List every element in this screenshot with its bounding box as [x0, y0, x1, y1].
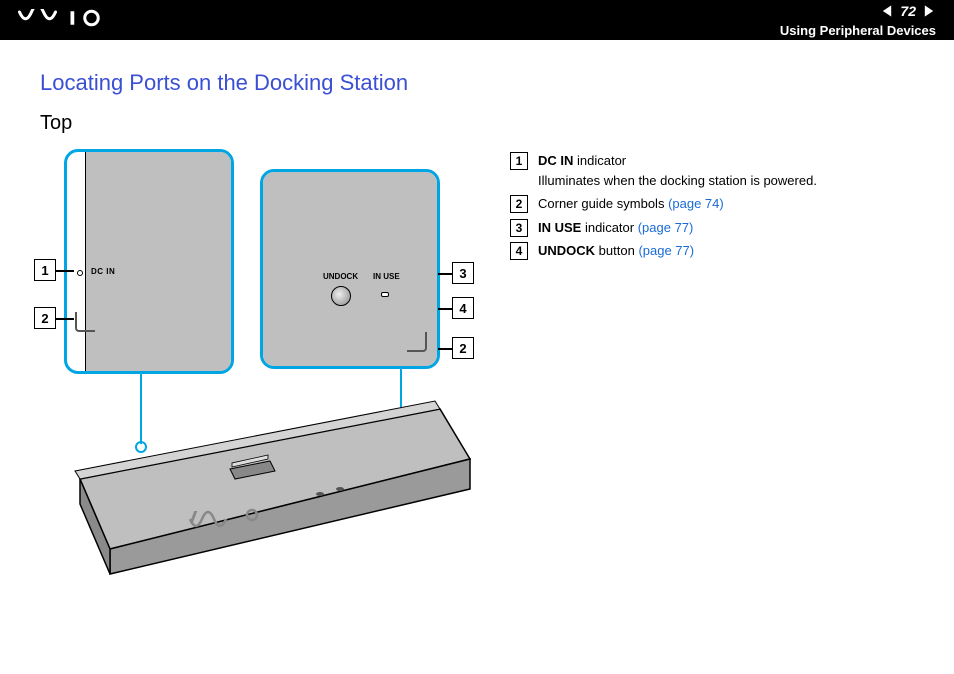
page-subtitle: Top	[40, 112, 914, 135]
legend-number: 4	[510, 242, 528, 260]
legend-rest: indicator	[573, 153, 626, 168]
legend-text: Corner guide symbols (page 74)	[538, 194, 914, 214]
legend-number: 3	[510, 219, 528, 237]
in-use-indicator	[381, 292, 389, 297]
legend-bold: UNDOCK	[538, 243, 595, 258]
leader-line	[56, 270, 74, 272]
leader-line	[438, 273, 452, 275]
legend-text: IN USE indicator (page 77)	[538, 218, 914, 238]
legend-link[interactable]: (page 77)	[638, 243, 694, 258]
legend-item-3: 3 IN USE indicator (page 77)	[510, 218, 914, 238]
legend-rest: Corner guide symbols	[538, 196, 668, 211]
corner-guide-symbol-right	[407, 332, 427, 352]
callout-number-3: 3	[452, 262, 474, 284]
dock-corner-left	[85, 149, 234, 374]
legend-link[interactable]: (page 74)	[668, 196, 724, 211]
prev-page-arrow-icon[interactable]	[880, 4, 894, 18]
legend-item-1: 1 DC IN indicator Illuminates when the d…	[510, 151, 914, 190]
callout-number-2-right: 2	[452, 337, 474, 359]
leader-line	[438, 348, 452, 350]
callout-left: DC IN	[64, 149, 234, 374]
legend-bold: DC IN	[538, 153, 573, 168]
page-content: Locating Ports on the Docking Station To…	[0, 40, 954, 579]
legend-rest: indicator	[581, 220, 637, 235]
legend-item-4: 4 UNDOCK button (page 77)	[510, 241, 914, 261]
leader-line	[56, 318, 74, 320]
legend-number: 2	[510, 195, 528, 213]
legend-rest: button	[595, 243, 638, 258]
vaio-logo	[18, 6, 108, 34]
header-bar: 72 Using Peripheral Devices	[0, 0, 954, 40]
vaio-logo-svg	[18, 9, 108, 27]
dc-in-indicator	[77, 270, 83, 276]
legend: 1 DC IN indicator Illuminates when the d…	[490, 149, 914, 265]
header-info: 72 Using Peripheral Devices	[780, 3, 936, 38]
leader-line	[438, 308, 452, 310]
legend-text: DC IN indicator Illuminates when the doc…	[538, 151, 914, 190]
callout-number-1: 1	[34, 259, 56, 281]
in-use-label: IN USE	[373, 272, 400, 281]
page-title: Locating Ports on the Docking Station	[40, 70, 914, 96]
page-number: 72	[898, 3, 918, 19]
docking-station-illustration	[40, 399, 480, 579]
callout-right: UNDOCK IN USE	[260, 169, 440, 369]
callout-number-4: 4	[452, 297, 474, 319]
corner-guide-symbol-left	[75, 312, 95, 332]
legend-link[interactable]: (page 77)	[638, 220, 694, 235]
legend-sub: Illuminates when the docking station is …	[538, 171, 914, 191]
page-nav: 72	[880, 3, 936, 19]
callout-number-2-left: 2	[34, 307, 56, 329]
main-row: DC IN UNDOCK IN USE 1 2 3	[40, 149, 914, 579]
header-section-title: Using Peripheral Devices	[780, 23, 936, 38]
legend-number: 1	[510, 152, 528, 170]
legend-item-2: 2 Corner guide symbols (page 74)	[510, 194, 914, 214]
next-page-arrow-icon[interactable]	[922, 4, 936, 18]
dc-in-label: DC IN	[91, 267, 115, 276]
undock-label: UNDOCK	[323, 272, 358, 281]
figure: DC IN UNDOCK IN USE 1 2 3	[40, 149, 480, 579]
undock-button-graphic	[331, 286, 351, 306]
legend-bold: IN USE	[538, 220, 581, 235]
legend-text: UNDOCK button (page 77)	[538, 241, 914, 261]
